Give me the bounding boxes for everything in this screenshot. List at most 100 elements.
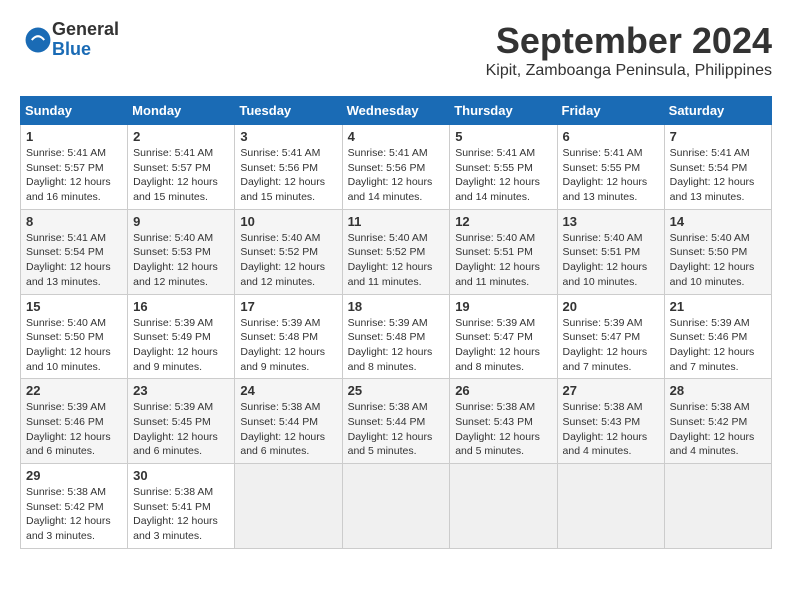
calendar-cell: 2 Sunrise: 5:41 AMSunset: 5:57 PMDaylight…	[128, 125, 235, 210]
day-detail: Sunrise: 5:38 AMSunset: 5:44 PMDaylight:…	[240, 400, 336, 459]
day-detail: Sunrise: 5:41 AMSunset: 5:55 PMDaylight:…	[563, 146, 659, 205]
day-detail: Sunrise: 5:40 AMSunset: 5:51 PMDaylight:…	[455, 231, 551, 290]
day-detail: Sunrise: 5:40 AMSunset: 5:53 PMDaylight:…	[133, 231, 229, 290]
day-number: 18	[348, 299, 445, 314]
day-number: 14	[670, 214, 766, 229]
day-detail: Sunrise: 5:40 AMSunset: 5:51 PMDaylight:…	[563, 231, 659, 290]
day-number: 9	[133, 214, 229, 229]
logo-blue: Blue	[52, 40, 119, 60]
calendar-cell: 30Sunrise: 5:38 AMSunset: 5:41 PMDayligh…	[128, 464, 235, 549]
day-detail: Sunrise: 5:41 AMSunset: 5:56 PMDaylight:…	[348, 146, 445, 205]
day-detail: Sunrise: 5:39 AMSunset: 5:47 PMDaylight:…	[455, 316, 551, 375]
calendar-table: SundayMondayTuesdayWednesdayThursdayFrid…	[20, 96, 772, 549]
calendar-cell: 29 Sunrise: 5:38 AMSunset: 5:42 PMDayligh…	[21, 464, 128, 549]
day-number: 26	[455, 383, 551, 398]
calendar-cell: 17Sunrise: 5:39 AMSunset: 5:48 PMDayligh…	[235, 294, 342, 379]
day-number: 3	[240, 129, 336, 144]
day-detail: Sunrise: 5:40 AMSunset: 5:50 PMDaylight:…	[670, 231, 766, 290]
day-detail: Sunrise: 5:39 AMSunset: 5:45 PMDaylight:…	[133, 400, 229, 459]
day-number: 23	[133, 383, 229, 398]
weekday-header: Saturday	[664, 97, 771, 125]
day-number: 29	[26, 468, 122, 483]
calendar-cell: 3 Sunrise: 5:41 AMSunset: 5:56 PMDaylight…	[235, 125, 342, 210]
weekday-header-row: SundayMondayTuesdayWednesdayThursdayFrid…	[21, 97, 772, 125]
calendar-cell: 24 Sunrise: 5:38 AMSunset: 5:44 PMDayligh…	[235, 379, 342, 464]
calendar-cell: 23 Sunrise: 5:39 AMSunset: 5:45 PMDayligh…	[128, 379, 235, 464]
calendar-cell: 26Sunrise: 5:38 AMSunset: 5:43 PMDayligh…	[450, 379, 557, 464]
day-detail: Sunrise: 5:38 AMSunset: 5:42 PMDaylight:…	[670, 400, 766, 459]
calendar-cell: 7Sunrise: 5:41 AMSunset: 5:54 PMDaylight…	[664, 125, 771, 210]
day-detail: Sunrise: 5:39 AMSunset: 5:46 PMDaylight:…	[670, 316, 766, 375]
calendar-cell	[450, 464, 557, 549]
day-detail: Sunrise: 5:38 AMSunset: 5:44 PMDaylight:…	[348, 400, 445, 459]
calendar-cell: 8 Sunrise: 5:41 AMSunset: 5:54 PMDaylight…	[21, 209, 128, 294]
calendar-cell: 19 Sunrise: 5:39 AMSunset: 5:47 PMDayligh…	[450, 294, 557, 379]
calendar-week-row: 1Sunrise: 5:41 AMSunset: 5:57 PMDaylight…	[21, 125, 772, 210]
day-detail: Sunrise: 5:38 AMSunset: 5:41 PMDaylight:…	[133, 485, 229, 544]
day-number: 28	[670, 383, 766, 398]
calendar-cell	[664, 464, 771, 549]
day-detail: Sunrise: 5:41 AMSunset: 5:56 PMDaylight:…	[240, 146, 336, 205]
calendar-week-row: 22 Sunrise: 5:39 AMSunset: 5:46 PMDayligh…	[21, 379, 772, 464]
day-detail: Sunrise: 5:38 AMSunset: 5:42 PMDaylight:…	[26, 485, 122, 544]
logo-icon	[24, 26, 52, 54]
calendar-cell: 14 Sunrise: 5:40 AMSunset: 5:50 PMDayligh…	[664, 209, 771, 294]
day-number: 24	[240, 383, 336, 398]
calendar-cell: 21 Sunrise: 5:39 AMSunset: 5:46 PMDayligh…	[664, 294, 771, 379]
logo-general: General	[52, 20, 119, 40]
day-number: 6	[563, 129, 659, 144]
calendar-cell: 9 Sunrise: 5:40 AMSunset: 5:53 PMDaylight…	[128, 209, 235, 294]
calendar-week-row: 15Sunrise: 5:40 AMSunset: 5:50 PMDayligh…	[21, 294, 772, 379]
calendar-cell	[342, 464, 450, 549]
weekday-header: Monday	[128, 97, 235, 125]
calendar-cell: 12 Sunrise: 5:40 AMSunset: 5:51 PMDayligh…	[450, 209, 557, 294]
page-header: General Blue September 2024 Kipit, Zambo…	[20, 20, 772, 80]
calendar-cell	[557, 464, 664, 549]
day-detail: Sunrise: 5:41 AMSunset: 5:55 PMDaylight:…	[455, 146, 551, 205]
day-detail: Sunrise: 5:39 AMSunset: 5:49 PMDaylight:…	[133, 316, 229, 375]
day-number: 4	[348, 129, 445, 144]
logo: General Blue	[20, 20, 119, 60]
day-number: 7	[670, 129, 766, 144]
calendar-cell: 15Sunrise: 5:40 AMSunset: 5:50 PMDayligh…	[21, 294, 128, 379]
title-section: September 2024 Kipit, Zamboanga Peninsul…	[486, 20, 772, 80]
weekday-header: Thursday	[450, 97, 557, 125]
calendar-cell: 5Sunrise: 5:41 AMSunset: 5:55 PMDaylight…	[450, 125, 557, 210]
day-detail: Sunrise: 5:39 AMSunset: 5:47 PMDaylight:…	[563, 316, 659, 375]
day-number: 16	[133, 299, 229, 314]
day-number: 17	[240, 299, 336, 314]
calendar-cell: 11 Sunrise: 5:40 AMSunset: 5:52 PMDayligh…	[342, 209, 450, 294]
weekday-header: Sunday	[21, 97, 128, 125]
day-detail: Sunrise: 5:41 AMSunset: 5:54 PMDaylight:…	[26, 231, 122, 290]
calendar-cell: 28 Sunrise: 5:38 AMSunset: 5:42 PMDayligh…	[664, 379, 771, 464]
day-detail: Sunrise: 5:40 AMSunset: 5:52 PMDaylight:…	[348, 231, 445, 290]
calendar-cell: 10Sunrise: 5:40 AMSunset: 5:52 PMDayligh…	[235, 209, 342, 294]
calendar-cell: 25Sunrise: 5:38 AMSunset: 5:44 PMDayligh…	[342, 379, 450, 464]
day-number: 22	[26, 383, 122, 398]
calendar-cell: 20Sunrise: 5:39 AMSunset: 5:47 PMDayligh…	[557, 294, 664, 379]
day-number: 11	[348, 214, 445, 229]
day-number: 19	[455, 299, 551, 314]
logo-text: General Blue	[52, 20, 119, 60]
day-number: 12	[455, 214, 551, 229]
day-detail: Sunrise: 5:41 AMSunset: 5:57 PMDaylight:…	[26, 146, 122, 205]
day-number: 8	[26, 214, 122, 229]
calendar-cell: 6 Sunrise: 5:41 AMSunset: 5:55 PMDaylight…	[557, 125, 664, 210]
calendar-cell: 27 Sunrise: 5:38 AMSunset: 5:43 PMDayligh…	[557, 379, 664, 464]
day-number: 13	[563, 214, 659, 229]
calendar-cell: 13 Sunrise: 5:40 AMSunset: 5:51 PMDayligh…	[557, 209, 664, 294]
day-detail: Sunrise: 5:38 AMSunset: 5:43 PMDaylight:…	[563, 400, 659, 459]
weekday-header: Friday	[557, 97, 664, 125]
day-detail: Sunrise: 5:41 AMSunset: 5:57 PMDaylight:…	[133, 146, 229, 205]
weekday-header: Wednesday	[342, 97, 450, 125]
day-number: 27	[563, 383, 659, 398]
calendar-cell: 16 Sunrise: 5:39 AMSunset: 5:49 PMDayligh…	[128, 294, 235, 379]
day-detail: Sunrise: 5:40 AMSunset: 5:52 PMDaylight:…	[240, 231, 336, 290]
month-title: September 2024	[486, 20, 772, 62]
calendar-week-row: 29 Sunrise: 5:38 AMSunset: 5:42 PMDayligh…	[21, 464, 772, 549]
day-number: 2	[133, 129, 229, 144]
day-number: 21	[670, 299, 766, 314]
weekday-header: Tuesday	[235, 97, 342, 125]
calendar-cell	[235, 464, 342, 549]
day-detail: Sunrise: 5:39 AMSunset: 5:46 PMDaylight:…	[26, 400, 122, 459]
